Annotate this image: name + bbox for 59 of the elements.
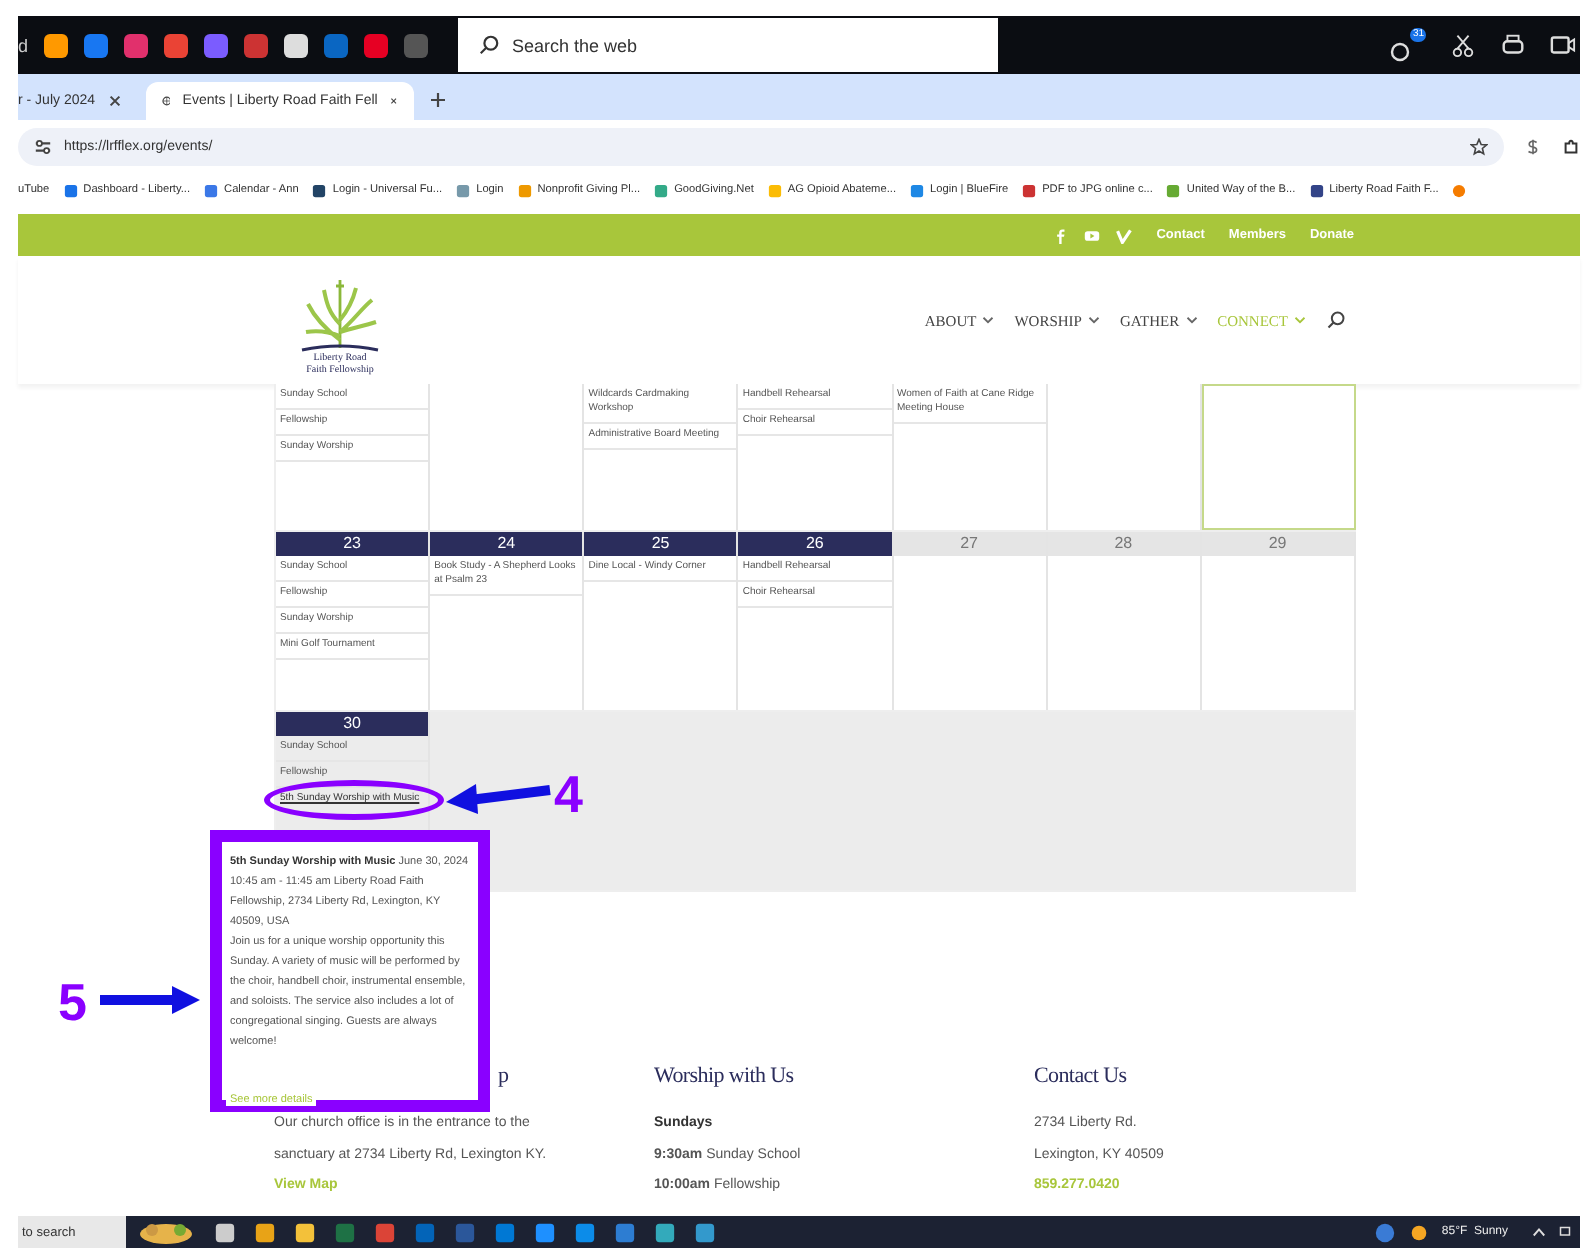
scissors-icon[interactable] <box>1450 32 1476 58</box>
caret-icon <box>1185 316 1198 324</box>
taskbar-icon[interactable] <box>214 1221 236 1243</box>
printer-icon[interactable] <box>1500 32 1526 58</box>
help-icon[interactable] <box>1373 1221 1396 1243</box>
camera-icon[interactable] <box>1550 32 1576 58</box>
day-number: 29 <box>1201 532 1354 556</box>
favicon-icon <box>204 183 219 197</box>
taskbar-icon[interactable] <box>694 1221 716 1243</box>
annotation-number: 5 <box>58 976 87 1028</box>
day-number: 23 <box>276 532 429 556</box>
search-icon[interactable] <box>1326 310 1346 330</box>
favicon-icon <box>910 183 924 197</box>
chevron-up-icon[interactable] <box>1532 1226 1546 1238</box>
favicon-icon <box>1022 183 1037 197</box>
annotation-number: 4 <box>554 768 583 820</box>
search-icon <box>478 34 500 56</box>
taskbar-icon[interactable] <box>254 1221 276 1243</box>
taskbar-icon[interactable] <box>534 1221 556 1243</box>
caret-icon <box>1087 316 1100 324</box>
app-icon[interactable] <box>282 31 310 59</box>
favicon-icon[interactable] <box>1452 183 1467 197</box>
app-icon[interactable] <box>42 31 70 59</box>
footer-heading: p <box>498 1064 509 1092</box>
day-number: 24 <box>430 532 583 556</box>
footer-heading: Contact Us <box>1034 1064 1129 1092</box>
taskbar-icon[interactable] <box>654 1221 676 1243</box>
arrow-icon <box>442 780 554 816</box>
puzzle-icon[interactable] <box>1562 137 1580 155</box>
footer-heading: Worship with Us <box>654 1064 796 1092</box>
globe-icon <box>161 92 171 110</box>
doodle-icon[interactable] <box>136 1218 196 1246</box>
favicon-icon <box>456 183 471 197</box>
day-number: 30 <box>276 712 429 736</box>
weather-icon <box>1407 1221 1430 1243</box>
taskbar-text: d <box>18 35 30 55</box>
taskbar-icon[interactable] <box>574 1221 596 1243</box>
day-number: 26 <box>738 532 891 556</box>
caret-icon <box>1294 316 1306 324</box>
favicon-icon <box>654 183 669 197</box>
star-icon[interactable] <box>1470 137 1488 155</box>
favicon-icon <box>1166 183 1181 197</box>
close-icon[interactable] <box>389 94 398 108</box>
display-icon[interactable] <box>1558 1226 1572 1238</box>
day-number: 27 <box>893 532 1046 556</box>
taskbar-icon[interactable] <box>294 1221 316 1243</box>
caret-icon <box>982 316 995 324</box>
arrow-icon <box>96 984 204 1016</box>
settings-icon[interactable] <box>34 137 52 155</box>
dollar-icon[interactable] <box>1524 137 1542 155</box>
favicon-icon <box>63 183 78 197</box>
favicon-icon <box>1309 183 1324 197</box>
day-number: 28 <box>1047 532 1200 556</box>
favicon-icon <box>767 183 782 197</box>
favicon-icon <box>312 183 327 197</box>
favicon-icon <box>517 183 532 197</box>
new-tab-icon[interactable] <box>429 92 446 108</box>
day-number: 25 <box>584 532 737 556</box>
close-icon[interactable] <box>107 94 122 108</box>
